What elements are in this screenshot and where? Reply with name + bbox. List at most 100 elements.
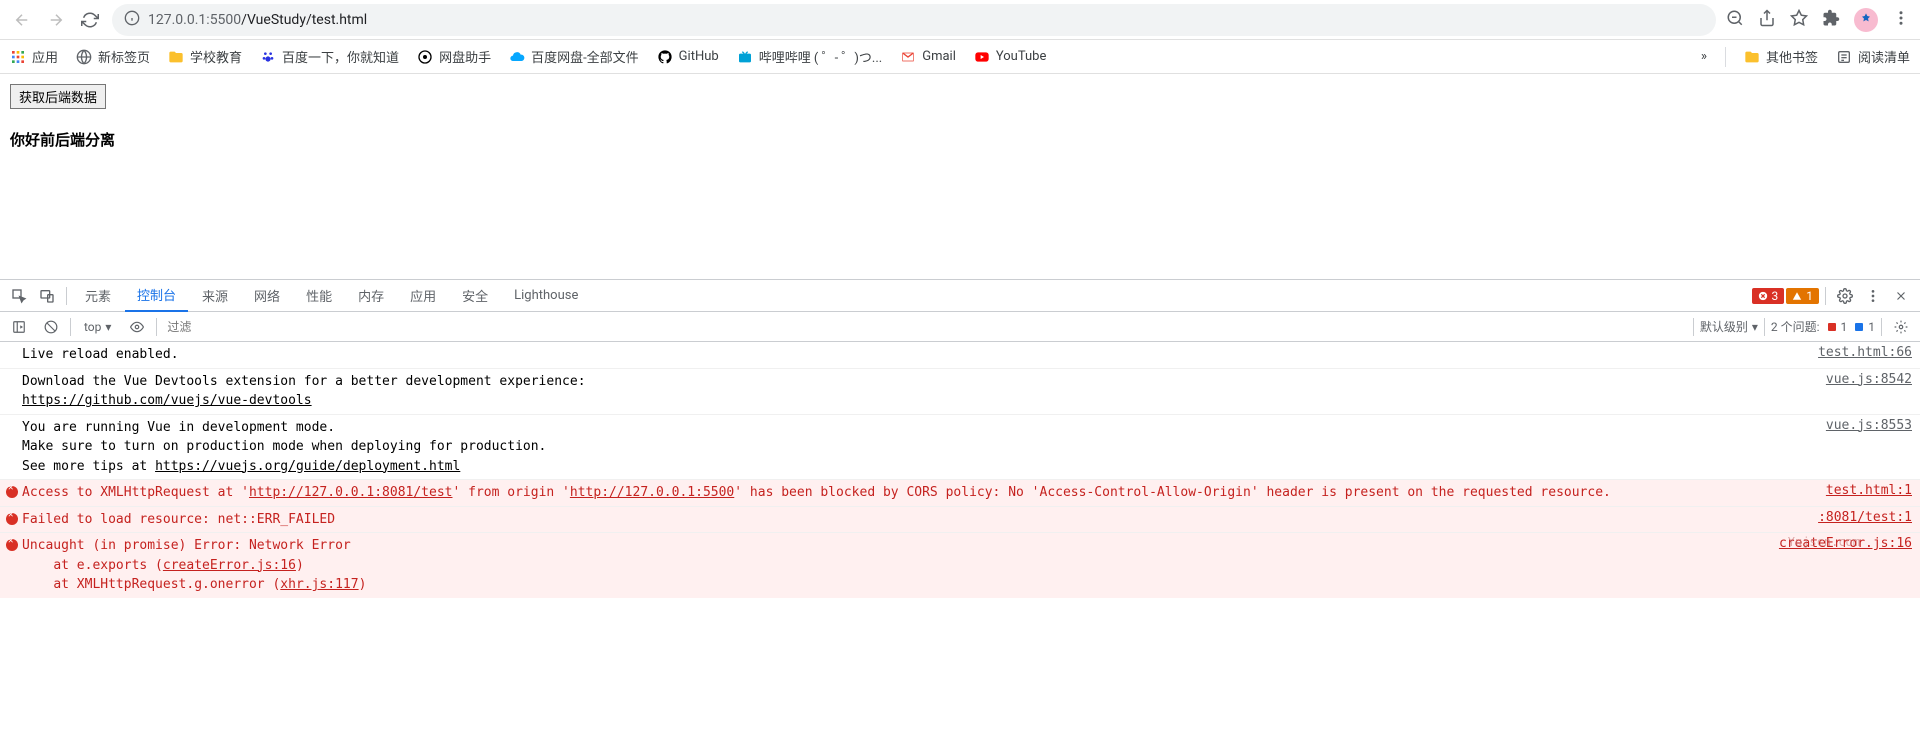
menu-icon[interactable] bbox=[1892, 9, 1910, 31]
bookmark-label: Gmail bbox=[922, 49, 956, 64]
page-content: 获取后端数据 你好前后端分离 bbox=[0, 74, 1920, 279]
tab-network[interactable]: 网络 bbox=[242, 280, 292, 312]
console-link[interactable]: http://127.0.0.1:5500 bbox=[570, 485, 734, 500]
clear-console-icon[interactable] bbox=[38, 314, 64, 340]
console-link[interactable]: https://vuejs.org/guide/deployment.html bbox=[155, 459, 460, 474]
bookmark-item[interactable]: YouTube bbox=[974, 49, 1047, 65]
more-icon[interactable] bbox=[1860, 283, 1886, 309]
console-messages: Live reload enabled. test.html:66 Downlo… bbox=[0, 342, 1920, 733]
toolbar-actions bbox=[1726, 8, 1910, 32]
apps-icon bbox=[10, 49, 26, 65]
tab-application[interactable]: 应用 bbox=[398, 280, 448, 312]
context-selector[interactable]: top ▾ bbox=[77, 317, 118, 337]
apps-shortcut[interactable]: 应用 bbox=[10, 47, 58, 66]
tab-performance[interactable]: 性能 bbox=[294, 280, 344, 312]
star-icon[interactable] bbox=[1790, 9, 1808, 31]
zoom-icon[interactable] bbox=[1726, 9, 1744, 31]
fetch-data-button[interactable]: 获取后端数据 bbox=[10, 84, 106, 109]
separator bbox=[1764, 318, 1765, 336]
bookmark-label: 百度网盘-全部文件 bbox=[531, 47, 639, 66]
console-settings-icon[interactable] bbox=[1888, 314, 1914, 340]
folder-icon bbox=[1744, 49, 1760, 65]
console-source-link[interactable]: vue.js:8553 bbox=[1806, 418, 1912, 477]
bookmark-item[interactable]: 新标签页 bbox=[76, 47, 150, 66]
extensions-icon[interactable] bbox=[1822, 9, 1840, 31]
log-level-selector[interactable]: 默认级别 ▾ bbox=[1700, 318, 1758, 335]
bookmark-label: 学校教育 bbox=[190, 47, 242, 66]
console-row-error[interactable]: Uncaught (in promise) Error: Network Err… bbox=[0, 532, 1920, 598]
settings-icon[interactable] bbox=[1832, 283, 1858, 309]
separator bbox=[70, 318, 71, 336]
filter-input[interactable] bbox=[163, 318, 1686, 336]
console-link[interactable]: https://github.com/vuejs/vue-devtools bbox=[22, 393, 312, 408]
reload-button[interactable] bbox=[78, 8, 102, 32]
profile-avatar[interactable] bbox=[1854, 8, 1878, 32]
console-row[interactable]: You are running Vue in development mode.… bbox=[0, 414, 1920, 480]
omnibox[interactable]: 127.0.0.1:5500/VueStudy/test.html bbox=[112, 4, 1716, 36]
console-link[interactable]: createError.js:16 bbox=[163, 558, 296, 573]
bookmark-item[interactable]: GitHub bbox=[657, 49, 719, 65]
tab-elements[interactable]: 元素 bbox=[73, 280, 123, 312]
console-source-link[interactable]: test.html:66 bbox=[1798, 345, 1912, 365]
share-icon[interactable] bbox=[1758, 9, 1776, 31]
bookmark-overflow[interactable]: » bbox=[1701, 49, 1707, 64]
bookmark-item[interactable]: Gmail bbox=[900, 49, 956, 65]
issues-summary[interactable]: 2 个问题: 1 1 bbox=[1771, 318, 1875, 335]
browser-toolbar: 127.0.0.1:5500/VueStudy/test.html bbox=[0, 0, 1920, 40]
back-button[interactable] bbox=[10, 8, 34, 32]
error-count-badge[interactable]: 3 bbox=[1752, 288, 1785, 304]
console-row-error[interactable]: Access to XMLHttpRequest at 'http://127.… bbox=[0, 479, 1920, 506]
console-row[interactable]: Download the Vue Devtools extension for … bbox=[0, 368, 1920, 414]
console-link[interactable]: http://127.0.0.1:8081/test bbox=[249, 485, 453, 500]
disk-icon bbox=[417, 49, 433, 65]
console-source-link[interactable]: vue.js:8542 bbox=[1806, 372, 1912, 411]
tab-lighthouse[interactable]: Lighthouse bbox=[502, 280, 590, 312]
bookmark-item[interactable]: 网盘助手 bbox=[417, 47, 491, 66]
console-toolbar: top ▾ 默认级别 ▾ 2 个问题: 1 1 bbox=[0, 312, 1920, 342]
bookmark-item[interactable]: 学校教育 bbox=[168, 47, 242, 66]
warning-count-badge[interactable]: 1 bbox=[1786, 288, 1819, 304]
bookmark-label: YouTube bbox=[996, 49, 1047, 64]
separator bbox=[1693, 318, 1694, 336]
separator bbox=[156, 318, 157, 336]
live-expression-icon[interactable] bbox=[124, 314, 150, 340]
console-message: Live reload enabled. bbox=[22, 345, 1798, 365]
url-text: 127.0.0.1:5500/VueStudy/test.html bbox=[148, 12, 367, 28]
console-sidebar-toggle-icon[interactable] bbox=[6, 314, 32, 340]
device-toggle-icon[interactable] bbox=[34, 283, 60, 309]
bookmark-label: 其他书签 bbox=[1766, 47, 1818, 66]
youtube-icon bbox=[974, 49, 990, 65]
close-devtools-icon[interactable] bbox=[1888, 283, 1914, 309]
console-message: Failed to load resource: net::ERR_FAILED bbox=[22, 510, 1798, 530]
bookmark-item[interactable]: 哔哩哔哩 ( ゜- ゜)つ... bbox=[737, 47, 883, 66]
tab-console[interactable]: 控制台 bbox=[125, 280, 188, 312]
github-icon bbox=[657, 49, 673, 65]
tab-sources[interactable]: 来源 bbox=[190, 280, 240, 312]
other-bookmarks[interactable]: 其他书签 bbox=[1744, 47, 1818, 66]
bookmark-item[interactable]: 百度一下，你就知道 bbox=[260, 47, 399, 66]
watermark: Yujscn.com bbox=[1788, 535, 1860, 549]
console-row[interactable]: Live reload enabled. test.html:66 bbox=[0, 342, 1920, 368]
inspect-element-icon[interactable] bbox=[6, 283, 32, 309]
globe-icon bbox=[76, 49, 92, 65]
forward-button[interactable] bbox=[44, 8, 68, 32]
console-source-link[interactable]: :8081/test:1 bbox=[1798, 510, 1912, 530]
console-message: Access to XMLHttpRequest at 'http://127.… bbox=[22, 483, 1806, 503]
console-message: You are running Vue in development mode.… bbox=[22, 418, 1806, 477]
bookmark-label: 网盘助手 bbox=[439, 47, 491, 66]
bookmark-label: 百度一下，你就知道 bbox=[282, 47, 399, 66]
console-link[interactable]: xhr.js:117 bbox=[280, 577, 358, 592]
site-info-icon[interactable] bbox=[124, 10, 140, 30]
bookmark-item[interactable]: 百度网盘-全部文件 bbox=[509, 47, 639, 66]
console-source-link[interactable]: test.html:1 bbox=[1806, 483, 1912, 503]
tab-security[interactable]: 安全 bbox=[450, 280, 500, 312]
tab-memory[interactable]: 内存 bbox=[346, 280, 396, 312]
console-message: Uncaught (in promise) Error: Network Err… bbox=[22, 536, 1759, 595]
separator bbox=[66, 287, 67, 305]
gmail-icon bbox=[900, 49, 916, 65]
bookmark-label: 新标签页 bbox=[98, 47, 150, 66]
console-row-error[interactable]: Failed to load resource: net::ERR_FAILED… bbox=[0, 506, 1920, 533]
apps-label: 应用 bbox=[32, 47, 58, 66]
reading-list[interactable]: 阅读清单 bbox=[1836, 47, 1910, 66]
bookmark-label: 哔哩哔哩 ( ゜- ゜)つ... bbox=[759, 47, 883, 66]
